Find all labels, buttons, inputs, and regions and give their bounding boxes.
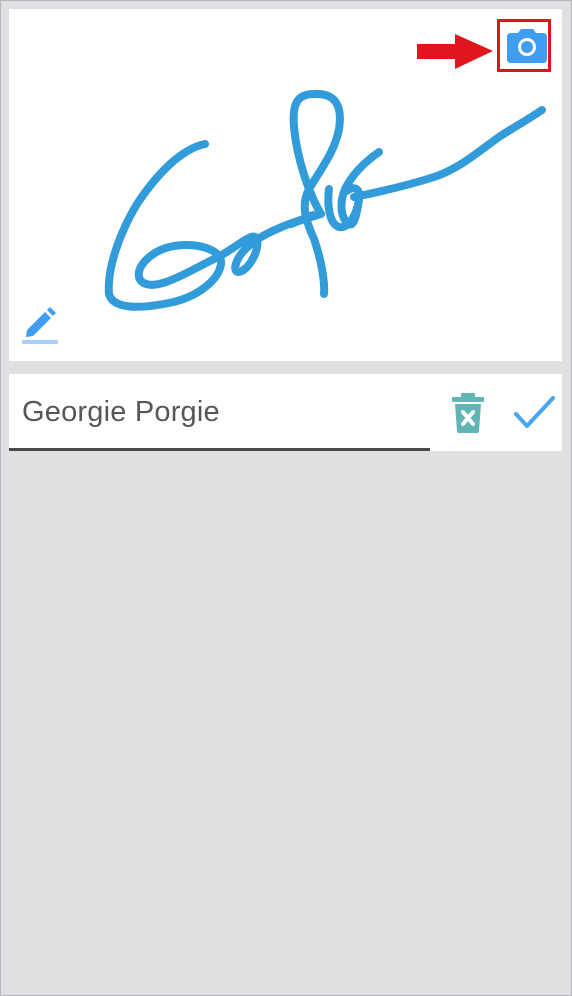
signer-name-field[interactable]: Georgie Porgie: [9, 374, 430, 451]
signer-name-row: Georgie Porgie: [9, 374, 562, 451]
arrow-right-icon: [415, 32, 495, 72]
camera-icon[interactable]: [505, 26, 549, 66]
check-icon[interactable]: [513, 394, 557, 434]
app-frame: Georgie Porgie: [0, 0, 572, 996]
trash-x-icon[interactable]: [449, 391, 487, 435]
pen-icon[interactable]: [19, 305, 63, 345]
signature-pad[interactable]: [9, 9, 562, 361]
signer-name-value: Georgie Porgie: [22, 396, 220, 428]
